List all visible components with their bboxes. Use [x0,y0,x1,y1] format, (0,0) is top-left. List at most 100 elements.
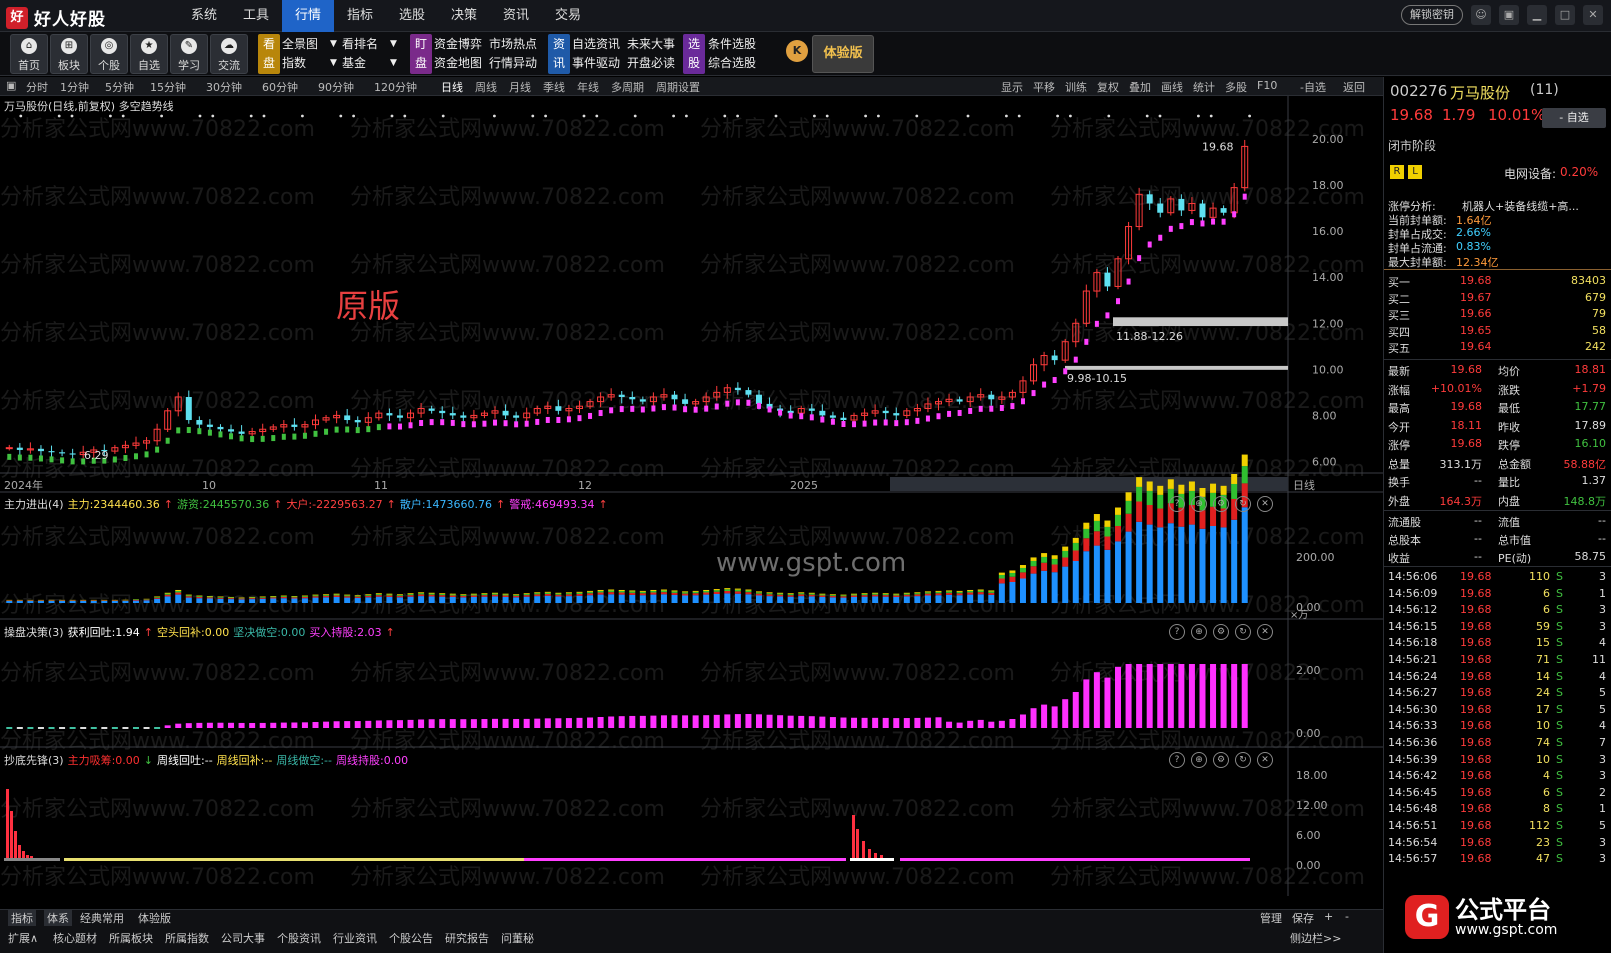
period-2[interactable]: 5分钟 [105,79,134,95]
experience-button[interactable]: 体验版 [812,35,874,73]
info-link-4[interactable]: 公司大事 [221,930,265,946]
minimize-icon[interactable]: ▁ [1527,5,1547,25]
chart-tool-10[interactable]: 返回 [1343,79,1365,95]
period-menu-icon[interactable]: ▣ [6,79,16,92]
group3-item-0[interactable]: 自选资讯 [572,35,620,53]
group1-item-3[interactable]: 基金 [342,54,366,72]
unlock-button[interactable]: 解锁密钥 [1401,5,1463,25]
toolbar-button-5[interactable]: ☁ 交流 [210,34,248,74]
period-13[interactable]: 多周期 [611,79,644,95]
group1-item-0[interactable]: 全景图 [282,35,318,53]
refresh-icon[interactable]: ↻ [1235,624,1251,640]
group2-item-0[interactable]: 资金博弈 [434,35,482,53]
tag-zixun[interactable]: 资讯 [548,34,570,74]
bottom-tab-1[interactable]: 体系 [44,910,72,926]
settings-icon[interactable]: ⚙ [1213,624,1229,640]
group4-item-0[interactable]: 条件选股 [708,35,756,53]
info-link-1[interactable]: 核心题材 [53,930,97,946]
dropdown-arrow-icon[interactable]: ▼ [330,54,337,72]
info-link-6[interactable]: 行业资讯 [333,930,377,946]
menu-5[interactable]: 决策 [438,0,490,32]
bottom-action-1[interactable]: 保存 [1292,910,1314,926]
info-link-3[interactable]: 所属指数 [165,930,209,946]
dropdown-arrow-icon[interactable]: ▼ [330,35,337,53]
info-link-9[interactable]: 问董秘 [501,930,534,946]
period-5[interactable]: 60分钟 [262,79,298,95]
chart-tool-9[interactable]: -自选 [1300,79,1326,95]
toolbar-button-3[interactable]: ★ 自选 [130,34,168,74]
group3-item-1[interactable]: 未来大事 [627,35,675,53]
dropdown-arrow-icon[interactable]: ▼ [390,35,397,53]
toolbar-button-1[interactable]: ⊞ 板块 [50,34,88,74]
period-11[interactable]: 季线 [543,79,565,95]
maximize-icon[interactable]: □ [1555,5,1575,25]
period-8[interactable]: 日线 [441,79,463,95]
chart-tool-7[interactable]: 多股 [1225,79,1247,95]
group1-item-2[interactable]: 指数 [282,54,306,72]
chart-tool-3[interactable]: 复权 [1097,79,1119,95]
menu-0[interactable]: 系统 [178,0,230,32]
menu-4[interactable]: 选股 [386,0,438,32]
settings-icon[interactable]: ⚙ [1213,496,1229,512]
help-icon[interactable]: ? [1169,496,1185,512]
info-link-7[interactable]: 个股公告 [389,930,433,946]
close-icon[interactable]: ✕ [1257,624,1273,640]
help-icon[interactable]: ? [1169,752,1185,768]
chart-tool-4[interactable]: 叠加 [1129,79,1151,95]
period-7[interactable]: 120分钟 [374,79,417,95]
chart-tool-1[interactable]: 平移 [1033,79,1055,95]
menu-6[interactable]: 资讯 [490,0,542,32]
chart-tool-5[interactable]: 画线 [1161,79,1183,95]
bottom-action-3[interactable]: - [1345,910,1349,923]
chart-tool-6[interactable]: 统计 [1193,79,1215,95]
close-icon[interactable]: ✕ [1583,5,1603,25]
info-link-2[interactable]: 所属板块 [109,930,153,946]
refresh-icon[interactable]: ↻ [1235,496,1251,512]
tag-xuangu[interactable]: 选股 [683,34,705,74]
group2-item-1[interactable]: 市场热点 [489,35,537,53]
close-icon[interactable]: ✕ [1257,496,1273,512]
add-watchlist-button[interactable]: - 自选 [1542,108,1606,128]
bottom-tab-0[interactable]: 指标 [8,910,36,926]
bottom-action-2[interactable]: + [1324,910,1333,923]
sidebar-toggle[interactable]: 侧边栏>> [1290,930,1341,946]
menu-1[interactable]: 工具 [230,0,282,32]
menu-2[interactable]: 行情 [282,0,334,32]
group1-item-1[interactable]: 看排名 [342,35,378,53]
chart-tool-0[interactable]: 显示 [1001,79,1023,95]
zoom-icon[interactable]: ⊕ [1191,752,1207,768]
period-9[interactable]: 周线 [475,79,497,95]
group4-item-1[interactable]: 综合选股 [708,54,756,72]
chart-tool-8[interactable]: F10 [1257,79,1277,92]
bottom-tab-2[interactable]: 经典常用 [80,910,124,926]
zoom-icon[interactable]: ⊕ [1191,624,1207,640]
group2-item-3[interactable]: 行情异动 [489,54,537,72]
menu-3[interactable]: 指标 [334,0,386,32]
period-6[interactable]: 90分钟 [318,79,354,95]
menu-7[interactable]: 交易 [542,0,594,32]
group3-item-2[interactable]: 事件驱动 [572,54,620,72]
period-3[interactable]: 15分钟 [150,79,186,95]
chart-tool-2[interactable]: 训练 [1065,79,1087,95]
period-14[interactable]: 周期设置 [656,79,700,95]
help-icon[interactable]: ? [1169,624,1185,640]
user-avatar-icon[interactable]: ☺ [1471,5,1491,25]
dropdown-arrow-icon[interactable]: ▼ [390,54,397,72]
info-link-0[interactable]: 扩展∧ [8,930,38,946]
refresh-icon[interactable]: ↻ [1235,752,1251,768]
tag-kanpan[interactable]: 看盘 [258,34,280,74]
period-1[interactable]: 1分钟 [60,79,89,95]
info-link-8[interactable]: 研究报告 [445,930,489,946]
info-link-5[interactable]: 个股资讯 [277,930,321,946]
toolbar-button-2[interactable]: ◎ 个股 [90,34,128,74]
period-4[interactable]: 30分钟 [206,79,242,95]
toolbar-button-0[interactable]: ⌂ 首页 [10,34,48,74]
skin-icon[interactable]: ▣ [1499,5,1519,25]
period-12[interactable]: 年线 [577,79,599,95]
bottom-action-0[interactable]: 管理 [1260,910,1282,926]
toolbar-button-4[interactable]: ✎ 学习 [170,34,208,74]
bottom-tab-3[interactable]: 体验版 [138,910,171,926]
settings-icon[interactable]: ⚙ [1213,752,1229,768]
tag-dingpan[interactable]: 盯盘 [410,34,432,74]
period-10[interactable]: 月线 [509,79,531,95]
